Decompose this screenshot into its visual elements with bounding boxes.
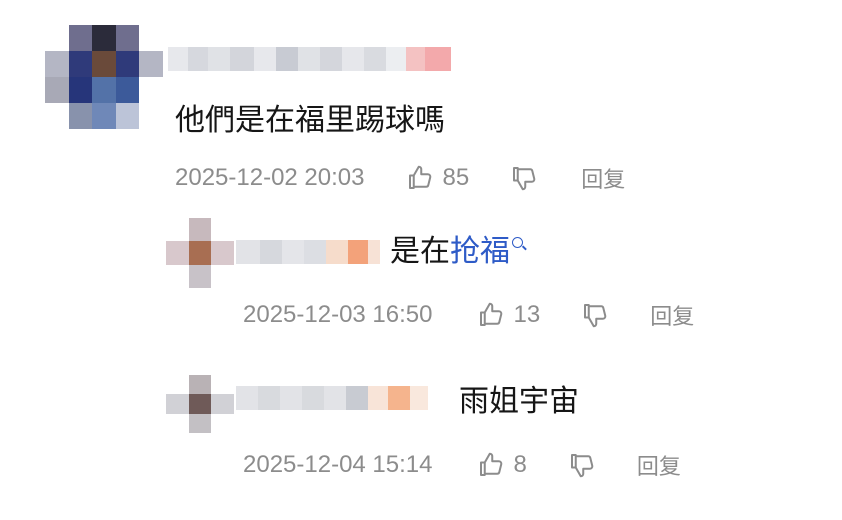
thumbs-down-icon[interactable] (509, 163, 539, 193)
timestamp: 2025-12-02 20:03 (175, 164, 365, 191)
avatar[interactable] (45, 25, 163, 129)
thumbs-down-icon[interactable] (580, 300, 610, 330)
thumbs-up-icon[interactable] (476, 300, 506, 330)
username-blurred[interactable] (168, 47, 453, 71)
username-blurred[interactable] (236, 240, 380, 264)
comment-meta: 2025-12-03 16:50 13 回复 (243, 300, 694, 330)
avatar[interactable] (166, 375, 234, 433)
reply-button[interactable]: 回复 (581, 162, 625, 194)
search-icon[interactable] (512, 237, 523, 248)
search-link[interactable]: 抢福 (450, 234, 510, 269)
comment-meta: 2025-12-02 20:03 85 回复 (175, 163, 625, 193)
comment-text: 他們是在福里踢球嗎 (175, 103, 445, 138)
avatar[interactable] (166, 218, 234, 288)
reply-text: 是在抢福 (390, 235, 523, 269)
timestamp: 2025-12-03 16:50 (243, 301, 433, 328)
thumbs-up-icon[interactable] (405, 163, 435, 193)
reply-text-prefix: 是在 (390, 234, 450, 269)
timestamp: 2025-12-04 15:14 (243, 451, 433, 478)
username-blurred[interactable] (236, 386, 428, 410)
like-count: 8 (513, 451, 527, 478)
thumbs-up-icon[interactable] (476, 450, 506, 480)
thumbs-down-icon[interactable] (567, 450, 597, 480)
reply-item: 是在抢福 2025-12-03 16:50 13 回复 (0, 200, 842, 350)
like-count: 13 (513, 301, 541, 328)
reply-item: 雨姐宇宙 2025-12-04 15:14 8 回复 (0, 360, 842, 520)
reply-button[interactable]: 回复 (650, 299, 694, 331)
comment-item: 他們是在福里踢球嗎 2025-12-02 20:03 85 回复 (0, 0, 842, 200)
reply-text: 雨姐宇宙 (459, 384, 579, 419)
comment-meta: 2025-12-04 15:14 8 回复 (243, 450, 681, 480)
reply-button[interactable]: 回复 (637, 449, 681, 481)
like-count: 85 (442, 164, 470, 191)
